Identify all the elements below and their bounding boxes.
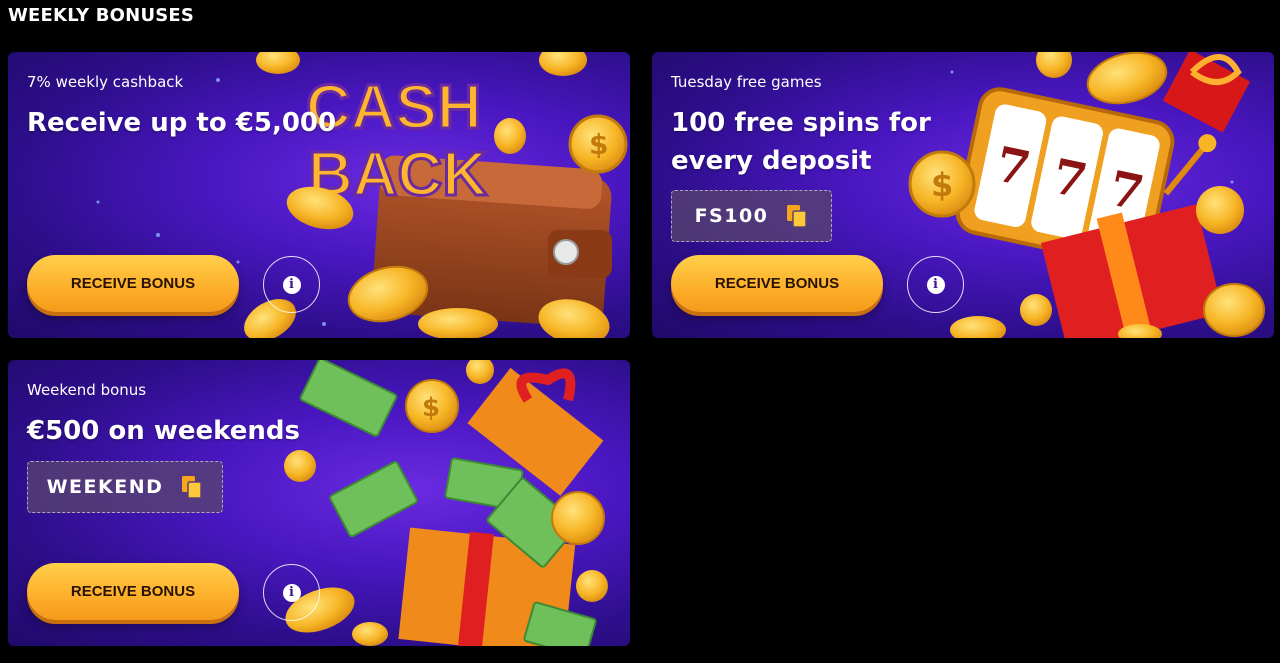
bonus-card-weekend: $ Weekend bonus €500 on weekends WEEKEND… bbox=[8, 360, 630, 646]
promo-code-box[interactable]: FS100 bbox=[671, 190, 832, 242]
info-icon: i bbox=[282, 583, 301, 602]
info-icon: i bbox=[926, 275, 945, 294]
bonus-card-free-spins: 7 7 7 $ Tuesday free games 100 free spin… bbox=[652, 52, 1274, 338]
info-icon: i bbox=[282, 275, 301, 294]
info-button[interactable]: i bbox=[263, 256, 320, 313]
bonus-card-cashback: CASH BACK $ 7% weekly cashback Receive u… bbox=[8, 52, 630, 338]
info-button[interactable]: i bbox=[907, 256, 964, 313]
copy-icon[interactable] bbox=[181, 475, 203, 499]
card-subtitle: Weekend bonus bbox=[27, 381, 147, 399]
card-subtitle: Tuesday free games bbox=[671, 73, 822, 91]
info-button[interactable]: i bbox=[263, 564, 320, 621]
section-title: WEEKLY BONUSES bbox=[8, 5, 195, 26]
card-headline: 100 free spins for every deposit bbox=[671, 108, 931, 176]
receive-bonus-button[interactable]: RECEIVE BONUS bbox=[27, 563, 239, 620]
svg-text:$: $ bbox=[589, 128, 608, 161]
promo-code: FS100 bbox=[694, 205, 769, 227]
card-subtitle: 7% weekly cashback bbox=[27, 73, 184, 91]
receive-bonus-button[interactable]: RECEIVE BONUS bbox=[671, 255, 883, 312]
card-headline: Receive up to €5,000 bbox=[27, 108, 337, 138]
promo-code: WEEKEND bbox=[46, 476, 164, 498]
receive-bonus-button[interactable]: RECEIVE BONUS bbox=[27, 255, 239, 312]
svg-text:$: $ bbox=[422, 393, 440, 423]
copy-icon[interactable] bbox=[786, 204, 808, 228]
card-headline: €500 on weekends bbox=[27, 416, 300, 446]
promo-code-box[interactable]: WEEKEND bbox=[27, 461, 223, 513]
